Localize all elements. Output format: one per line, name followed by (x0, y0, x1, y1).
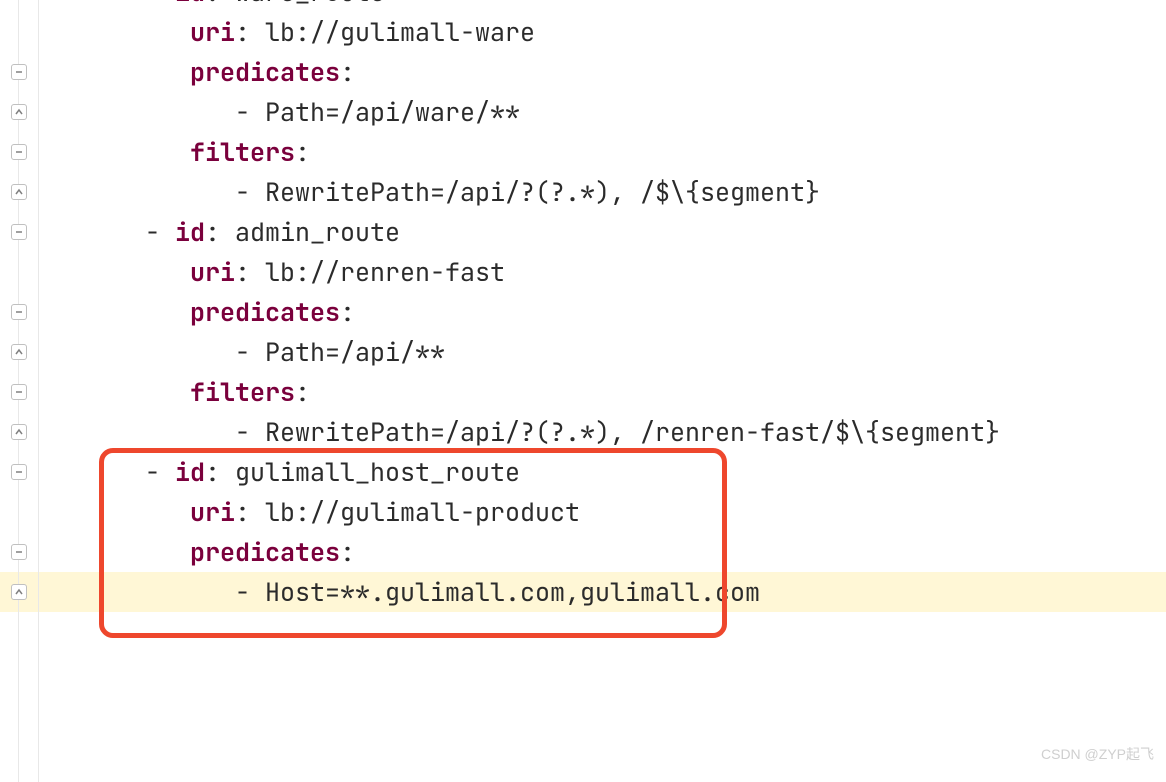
code-line: - id: admin_route (55, 212, 1000, 252)
fold-gutter (0, 0, 55, 782)
code-line: predicates: (55, 532, 1000, 572)
code-line: predicates: (55, 52, 1000, 92)
fold-end-icon[interactable] (11, 424, 27, 440)
fold-end-icon[interactable] (11, 104, 27, 120)
code-line: - RewritePath=/api/?(?.*), /renren-fast/… (55, 412, 1000, 452)
code-line: uri: lb://gulimall-ware (55, 12, 1000, 52)
code-line: filters: (55, 372, 1000, 412)
fold-collapse-icon[interactable] (11, 224, 27, 240)
fold-end-icon[interactable] (11, 584, 27, 600)
fold-track-inner (38, 0, 39, 782)
watermark: CSDN @ZYP起飞 (1041, 734, 1154, 774)
code-line: - id: ware_route (55, 0, 1000, 12)
code-line: - id: gulimall_host_route (55, 452, 1000, 492)
fold-collapse-icon[interactable] (11, 144, 27, 160)
fold-collapse-icon[interactable] (11, 544, 27, 560)
fold-end-icon[interactable] (11, 344, 27, 360)
code-line: predicates: (55, 292, 1000, 332)
code-line: filters: (55, 132, 1000, 172)
code-line: - Path=/api/ware/** (55, 92, 1000, 132)
code-line: uri: lb://gulimall-product (55, 492, 1000, 532)
fold-collapse-icon[interactable] (11, 464, 27, 480)
code-area: - id: ware_route uri: lb://gulimall-ware… (55, 0, 1000, 612)
fold-end-icon[interactable] (11, 184, 27, 200)
fold-collapse-icon[interactable] (11, 304, 27, 320)
code-line: - Host=**.gulimall.com,gulimall.com (55, 572, 1000, 612)
fold-collapse-icon[interactable] (11, 64, 27, 80)
code-line: - Path=/api/** (55, 332, 1000, 372)
code-line: - RewritePath=/api/?(?.*), /$\{segment} (55, 172, 1000, 212)
code-line: uri: lb://renren-fast (55, 252, 1000, 292)
fold-collapse-icon[interactable] (11, 384, 27, 400)
